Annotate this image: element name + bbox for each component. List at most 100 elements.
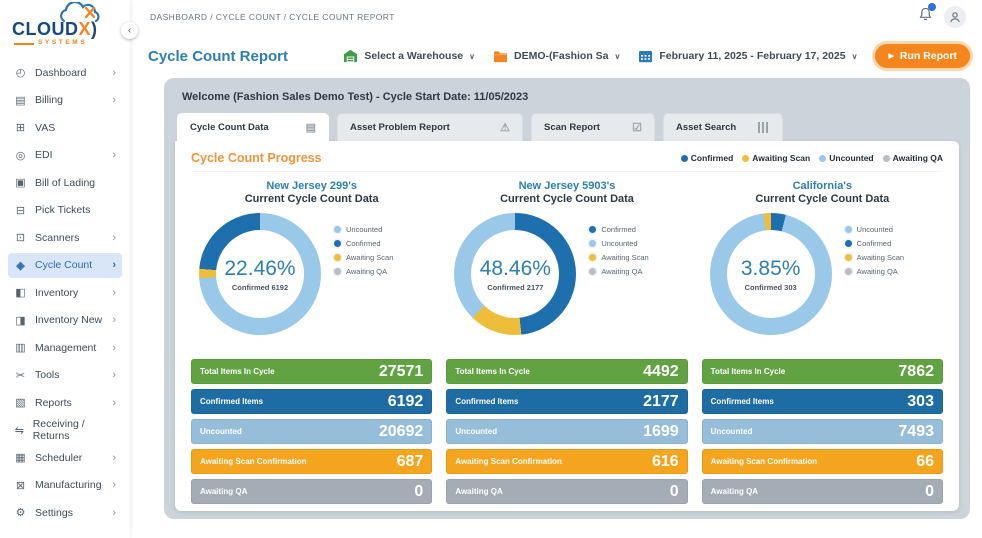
warehouse-name: New Jersey 299's bbox=[266, 180, 357, 192]
chevron-right-icon: › bbox=[112, 314, 116, 326]
settings-icon: ⚙ bbox=[15, 507, 26, 519]
notification-badge bbox=[928, 3, 936, 11]
sidebar-item-billing[interactable]: ▤ Billing › bbox=[8, 88, 122, 113]
welcome-message: Welcome (Fashion Sales Demo Test) - Cycl… bbox=[182, 91, 529, 103]
billing-icon: ▤ bbox=[15, 94, 26, 107]
tab-scan-report[interactable]: Scan Report ☑ bbox=[531, 113, 655, 141]
sidebar-item-scanners[interactable]: ⊡ Scanners › bbox=[8, 225, 122, 250]
topbar: DASHBOARD / CYCLE COUNT / CYCLE COUNT RE… bbox=[130, 0, 982, 33]
section-title: Cycle Count Progress bbox=[191, 151, 322, 165]
date-range-picker[interactable]: February 11, 2025 - February 17, 2025 ∨ bbox=[638, 49, 857, 63]
warehouse-subtitle: Current Cycle Count Data bbox=[755, 193, 890, 205]
app-window: CLOUDX) SYSTEMS ◴ Dashboard › ▤ Billing › ⊞ V… bbox=[0, 0, 982, 538]
chevron-right-icon: › bbox=[112, 94, 116, 106]
sidebar-item-manufacturing[interactable]: ⊠ Manufacturing › bbox=[8, 473, 122, 498]
table-row: Uncounted 20692 bbox=[191, 419, 433, 444]
sidebar-item-receiving-returns[interactable]: ⇋ Receiving / Returns bbox=[8, 418, 122, 443]
donut-percent: 48.46% bbox=[479, 256, 551, 280]
table-row: Confirmed Items 6192 bbox=[191, 389, 433, 414]
notifications-bell-icon[interactable] bbox=[919, 3, 936, 26]
client-select[interactable]: DEMO-(Fashion Sa ∨ bbox=[493, 50, 620, 63]
legend-dot bbox=[334, 268, 341, 275]
legend-dot bbox=[844, 254, 852, 261]
cycle-count-icon: ◈ bbox=[16, 259, 25, 272]
tab-label: Scan Report bbox=[544, 122, 600, 133]
chevron-right-icon: › bbox=[112, 231, 116, 244]
sidebar-item-label: Billing bbox=[35, 94, 64, 106]
tab-asset-search[interactable]: Asset Search bbox=[663, 113, 783, 141]
warehouse-select[interactable]: Select a Warehouse ∨ bbox=[343, 49, 475, 63]
sidebar-item-bill-of-lading[interactable]: ▣ Bill of Lading bbox=[8, 170, 122, 195]
legend-item-uncounted: Uncounted bbox=[819, 153, 874, 163]
legend-item-awaiting-scan: Awaiting Scan bbox=[742, 153, 810, 163]
vas-icon: ⊞ bbox=[15, 122, 26, 134]
tab-cycle-count-data[interactable]: Cycle Count Data ▤ bbox=[177, 113, 329, 141]
legend-dot bbox=[334, 254, 341, 261]
sidebar-nav: ◴ Dashboard › ▤ Billing › ⊞ VAS ◎ EDI › ▣ Bill o… bbox=[0, 52, 130, 538]
sidebar-item-reports[interactable]: ▧ Reports › bbox=[8, 390, 122, 415]
sidebar-item-inventory[interactable]: ◧ Inventory › bbox=[8, 280, 122, 305]
sidebar-item-label: Receiving / Returns bbox=[32, 418, 85, 442]
play-icon: ▶ bbox=[888, 53, 894, 60]
sidebar-item-pick-tickets[interactable]: ⊟ Pick Tickets bbox=[8, 198, 122, 223]
table-row: Confirmed Items 2177 bbox=[446, 389, 688, 414]
page-title: Cycle Count Report bbox=[148, 47, 289, 65]
folder-icon bbox=[494, 50, 507, 62]
sidebar-item-label: Bill of Lading bbox=[35, 176, 96, 189]
edi-icon: ◎ bbox=[15, 149, 26, 162]
sidebar-collapse-button[interactable]: ‹ bbox=[121, 22, 138, 39]
chevron-right-icon: › bbox=[112, 479, 116, 491]
sidebar-item-inventory-new[interactable]: ◨ Inventory New › bbox=[8, 308, 122, 333]
sidebar-item-label: Manufacturing bbox=[35, 479, 102, 491]
barcode-icon bbox=[758, 122, 770, 133]
sidebar-item-vas[interactable]: ⊞ VAS bbox=[8, 115, 122, 140]
run-report-label: Run Report bbox=[899, 50, 957, 62]
tab-bar: Cycle Count Data ▤ Asset Problem Report … bbox=[175, 113, 959, 141]
run-report-button[interactable]: ▶ Run Report bbox=[875, 44, 970, 68]
donut-legend: Confirmed Uncounted Awaiting Scan Awaiti… bbox=[589, 225, 649, 345]
donut-confirmed-label: Confirmed 303 bbox=[744, 282, 797, 292]
content-area: Cycle Count Report Select a Warehouse ∨ … bbox=[130, 33, 982, 538]
database-icon: ▤ bbox=[305, 122, 316, 134]
app-logo[interactable]: CLOUDX) SYSTEMS bbox=[0, 0, 130, 52]
sidebar-item-label: Tools bbox=[35, 369, 60, 381]
sidebar-item-edi[interactable]: ◎ EDI › bbox=[8, 143, 122, 168]
chevron-right-icon: › bbox=[112, 286, 116, 299]
chevron-right-icon: › bbox=[112, 506, 116, 519]
table-row: Awaiting Scan Confirmation 687 bbox=[191, 449, 433, 474]
chevron-right-icon: › bbox=[112, 369, 116, 381]
legend-dot bbox=[844, 226, 852, 233]
sidebar-item-cycle-count[interactable]: ◈ Cycle Count › bbox=[8, 252, 122, 278]
sidebar-item-scheduler[interactable]: ▦ Scheduler › bbox=[8, 445, 122, 470]
table-row: Awaiting QA 0 bbox=[446, 479, 688, 504]
tab-label: Cycle Count Data bbox=[190, 122, 269, 133]
cloud-icon bbox=[60, 2, 100, 23]
sidebar-item-label: Pick Tickets bbox=[35, 204, 91, 216]
warehouse-subtitle: Current Cycle Count Data bbox=[500, 193, 634, 205]
chevron-down-icon: ∨ bbox=[851, 51, 858, 61]
warehouse-icon bbox=[344, 49, 358, 63]
legend-dot bbox=[844, 240, 852, 247]
legend-dot bbox=[680, 154, 688, 162]
chevron-right-icon: › bbox=[112, 451, 116, 464]
checkbox-icon: ☑ bbox=[632, 122, 642, 134]
sidebar-item-tools[interactable]: ✂ Tools › bbox=[8, 363, 122, 388]
sidebar-item-management[interactable]: ▥ Management › bbox=[8, 335, 122, 360]
receiving-returns-icon: ⇋ bbox=[14, 424, 24, 437]
user-avatar[interactable] bbox=[944, 5, 966, 28]
sidebar-item-label: Settings bbox=[35, 506, 73, 519]
sidebar-item-label: Dashboard bbox=[35, 66, 87, 79]
sidebar-item-dashboard[interactable]: ◴ Dashboard › bbox=[8, 60, 122, 85]
pick-tickets-icon: ⊟ bbox=[15, 204, 26, 217]
table-row: Uncounted 1699 bbox=[446, 419, 688, 444]
tab-asset-problem-report[interactable]: Asset Problem Report ⚠ bbox=[337, 113, 523, 141]
table-row: Awaiting QA 0 bbox=[701, 479, 943, 504]
legend-dot bbox=[589, 268, 597, 275]
donut-percent: 3.85% bbox=[740, 256, 801, 280]
chevron-right-icon: › bbox=[112, 149, 116, 161]
cycle-count-card: Cycle Count Progress Confirmed Awaiting … bbox=[175, 141, 959, 511]
chevron-down-icon: ∨ bbox=[469, 51, 475, 61]
scanners-icon: ⊡ bbox=[15, 232, 26, 244]
legend-dot bbox=[882, 154, 890, 162]
sidebar-item-settings[interactable]: ⚙ Settings › bbox=[8, 500, 122, 525]
